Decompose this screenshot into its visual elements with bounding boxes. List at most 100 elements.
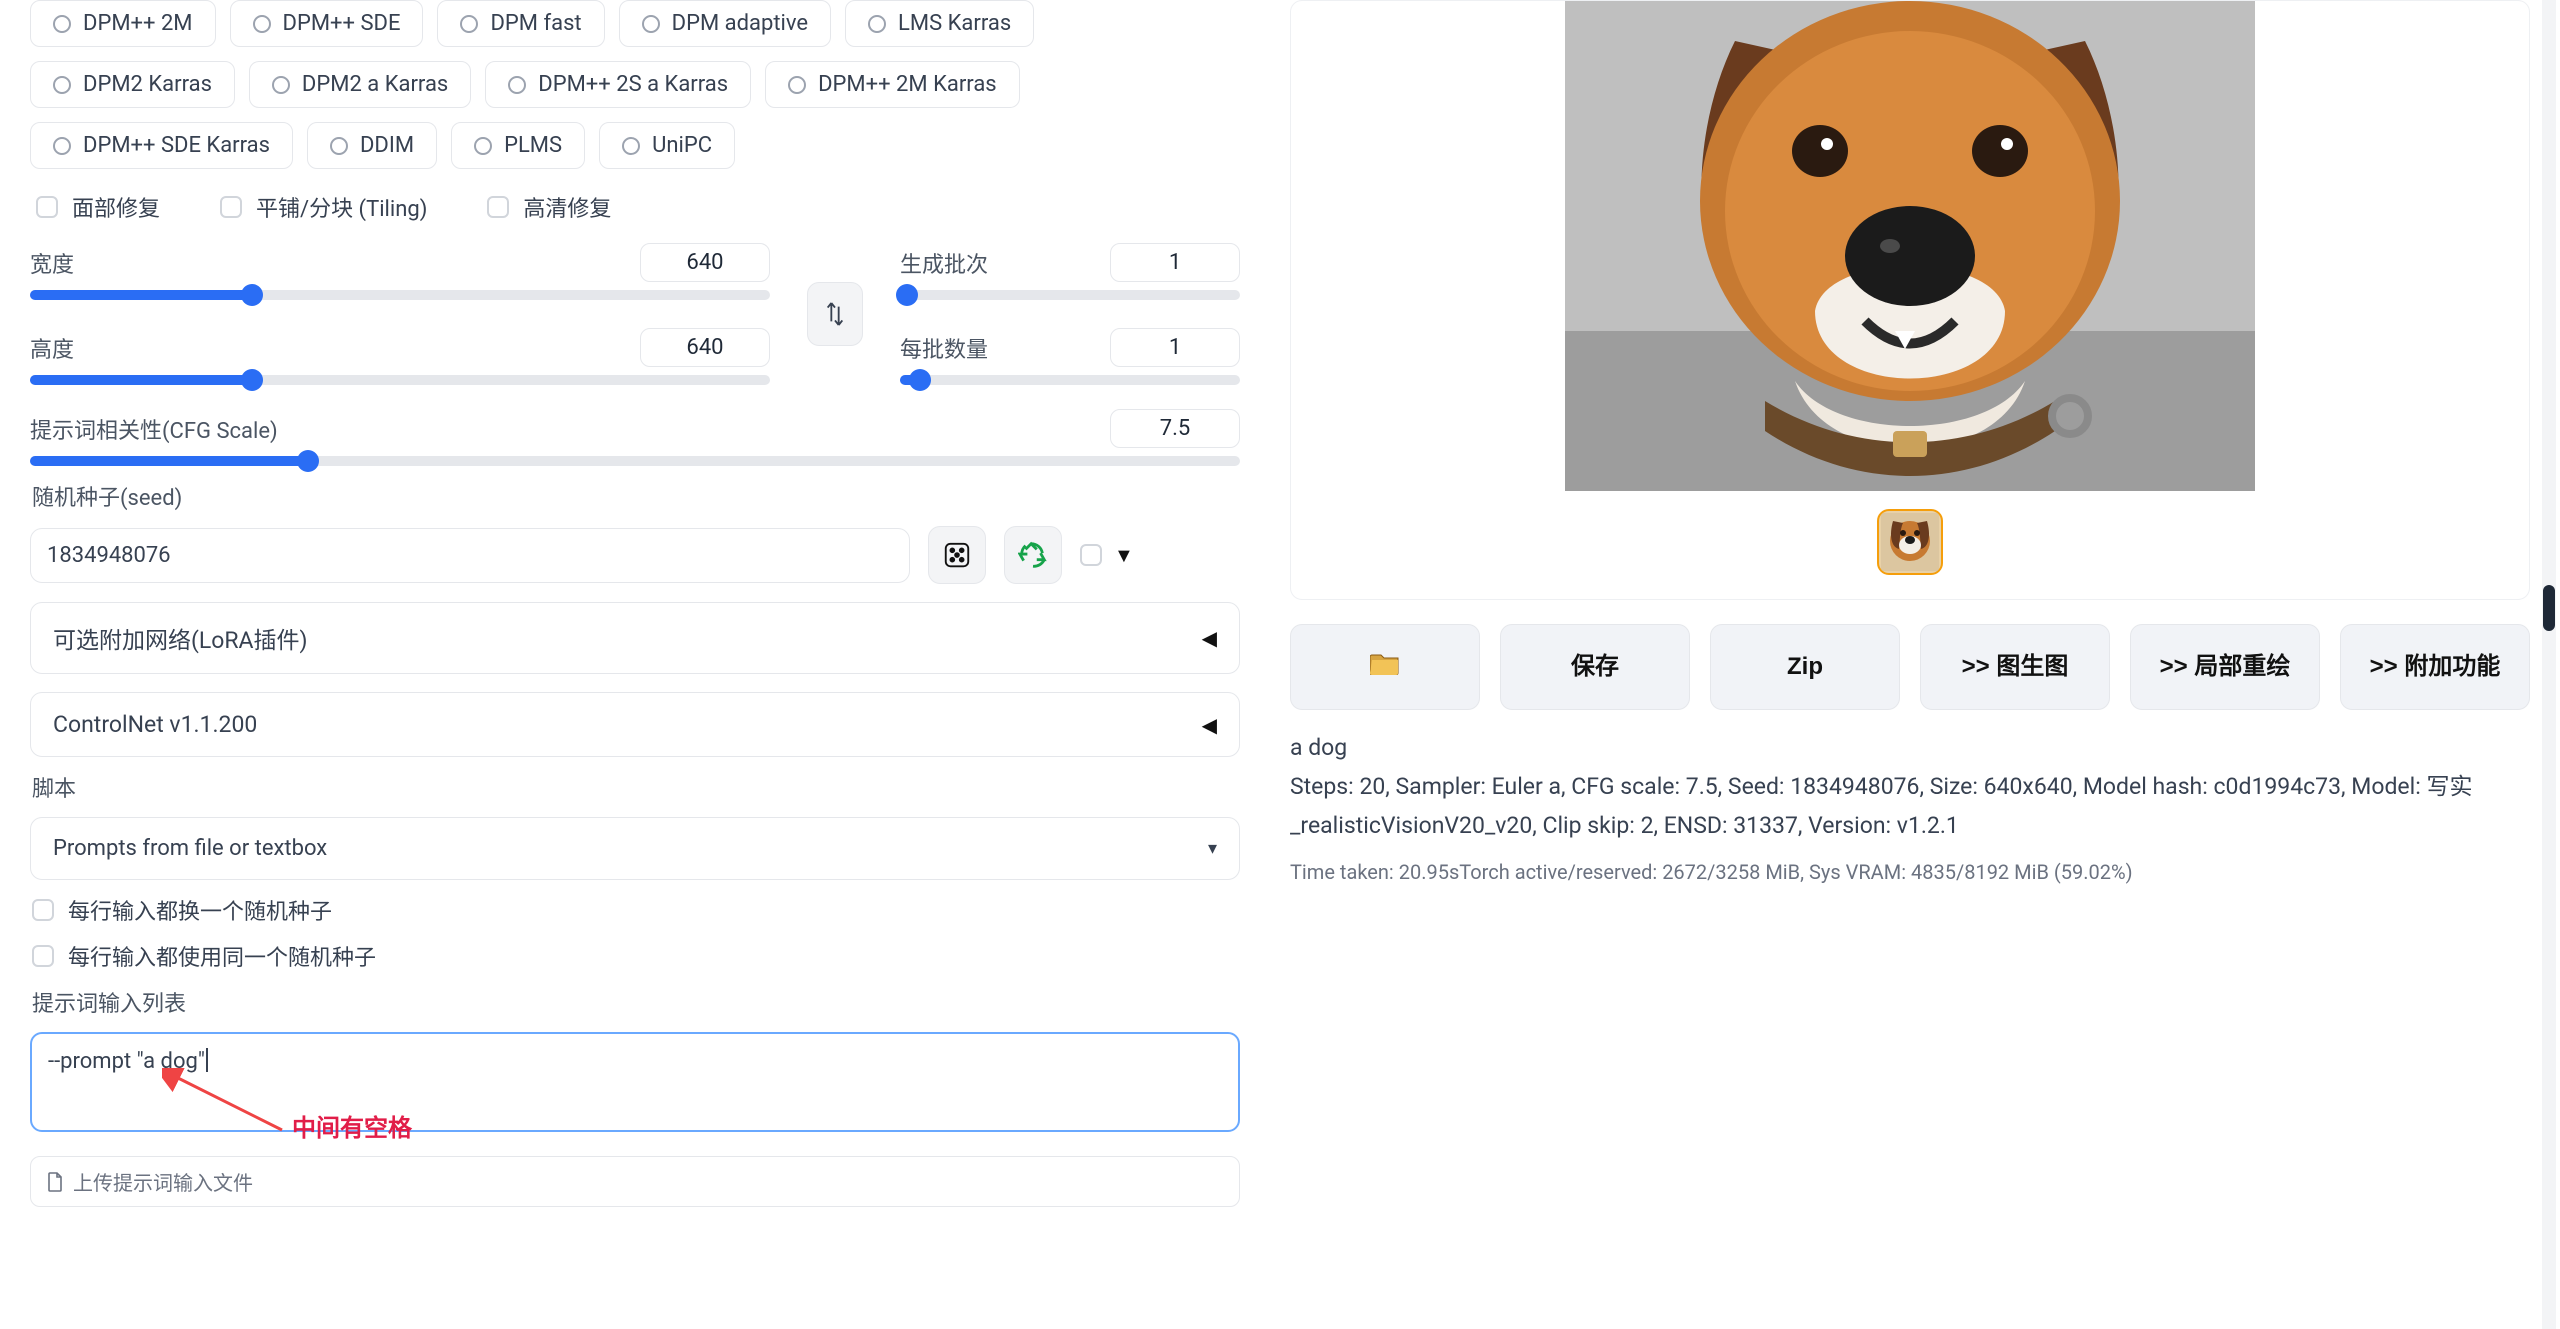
batch-size-thumb[interactable] — [909, 369, 931, 391]
seed-label: 随机种子(seed) — [30, 480, 1240, 512]
info-prompt: a dog — [1290, 728, 2530, 767]
document-icon — [47, 1172, 63, 1192]
height-thumb[interactable] — [241, 369, 263, 391]
cfg-track[interactable] — [30, 456, 1240, 466]
annotation-arrow-icon — [162, 1068, 292, 1138]
sampler-dpmpp-sde-karras[interactable]: DPM++ SDE Karras — [30, 122, 293, 169]
dog-image-icon — [1565, 1, 2255, 491]
batch-size-value[interactable]: 1 — [1110, 328, 1240, 367]
sampler-dpm-fast[interactable]: DPM fast — [437, 0, 604, 47]
caret-down-icon: ▾ — [1208, 838, 1217, 859]
checkbox-icon — [32, 945, 54, 967]
width-value[interactable]: 640 — [640, 243, 770, 282]
dice-icon — [942, 540, 972, 570]
same-seed-checkbox[interactable]: 每行输入都使用同一个随机种子 — [30, 940, 1240, 972]
iterate-seed-label: 每行输入都换一个随机种子 — [68, 894, 332, 926]
height-fill — [30, 375, 252, 385]
sampler-label: DDIM — [360, 133, 414, 158]
sampler-lms-karras[interactable]: LMS Karras — [845, 0, 1034, 47]
save-button[interactable]: 保存 — [1500, 624, 1690, 710]
open-folder-button[interactable] — [1290, 624, 1480, 710]
sampler-label: PLMS — [504, 133, 562, 158]
script-select[interactable]: Prompts from file or textbox ▾ — [30, 817, 1240, 880]
output-gallery — [1290, 0, 2530, 600]
seed-input[interactable]: 1834948076 — [30, 528, 910, 583]
sampler-dpm2-karras[interactable]: DPM2 Karras — [30, 61, 235, 108]
cfg-value[interactable]: 7.5 — [1110, 409, 1240, 448]
checkbox-row: 面部修复 平铺/分块 (Tiling) 高清修复 — [30, 183, 1240, 229]
triangle-left-icon: ◀ — [1202, 713, 1217, 737]
batch-size-label: 每批数量 — [900, 332, 988, 364]
scrollbar-thumb[interactable] — [2543, 585, 2555, 631]
width-thumb[interactable] — [241, 284, 263, 306]
upload-prompt-file-button[interactable]: 上传提示词输入文件 — [30, 1156, 1240, 1207]
reuse-seed-button[interactable] — [1004, 526, 1062, 584]
sampler-dpmpp-2m-karras[interactable]: DPM++ 2M Karras — [765, 61, 1020, 108]
batch-count-thumb[interactable] — [896, 284, 918, 306]
random-seed-button[interactable] — [928, 526, 986, 584]
action-row: 保存 Zip >> 图生图 >> 局部重绘 >> 附加功能 — [1290, 624, 2530, 710]
checkbox-icon — [36, 196, 58, 218]
swap-dimensions-button[interactable] — [807, 282, 863, 346]
restore-faces-checkbox[interactable]: 面部修复 — [36, 191, 160, 223]
sampler-label: UniPC — [652, 133, 712, 158]
save-label: 保存 — [1571, 653, 1619, 680]
sampler-dpmpp-2m[interactable]: DPM++ 2M — [30, 0, 216, 47]
restore-faces-label: 面部修复 — [72, 191, 160, 223]
height-track[interactable] — [30, 375, 770, 385]
sampler-label: DPM fast — [490, 11, 581, 36]
upload-prompt-file-label: 上传提示词输入文件 — [73, 1167, 253, 1196]
prompt-list-value: --prompt "a dog" — [48, 1049, 205, 1074]
sampler-ddim[interactable]: DDIM — [307, 122, 437, 169]
sampler-radio-group: DPM++ 2M DPM++ SDE DPM fast DPM adaptive… — [30, 0, 1240, 169]
zip-button[interactable]: Zip — [1710, 624, 1900, 710]
sampler-dpmpp-sde[interactable]: DPM++ SDE — [230, 0, 424, 47]
sampler-dpmpp-2s-a-karras[interactable]: DPM++ 2S a Karras — [485, 61, 751, 108]
tiling-checkbox[interactable]: 平铺/分块 (Tiling) — [220, 191, 427, 223]
controlnet-accordion[interactable]: ControlNet v1.1.200 ◀ — [30, 692, 1240, 757]
iterate-seed-checkbox[interactable]: 每行输入都换一个随机种子 — [30, 894, 1240, 926]
batch-size-slider: 每批数量 1 — [900, 328, 1240, 385]
same-seed-label: 每行输入都使用同一个随机种子 — [68, 940, 376, 972]
lora-accordion[interactable]: 可选附加网络(LoRA插件) ◀ — [30, 602, 1240, 674]
lora-title: 可选附加网络(LoRA插件) — [53, 621, 308, 655]
sampler-label: LMS Karras — [898, 11, 1011, 36]
info-params: Steps: 20, Sampler: Euler a, CFG scale: … — [1290, 767, 2530, 845]
inpaint-label: >> 局部重绘 — [2160, 653, 2291, 680]
batch-count-label: 生成批次 — [900, 247, 988, 279]
sampler-unipc[interactable]: UniPC — [599, 122, 735, 169]
zip-label: Zip — [1787, 653, 1823, 680]
checkbox-icon — [1080, 544, 1102, 566]
sampler-dpm-adaptive[interactable]: DPM adaptive — [619, 0, 831, 47]
controlnet-title: ControlNet v1.1.200 — [53, 711, 257, 738]
send-to-extras-button[interactable]: >> 附加功能 — [2340, 624, 2530, 710]
folder-icon — [1370, 651, 1400, 675]
page-scrollbar[interactable] — [2542, 0, 2556, 1329]
batch-count-value[interactable]: 1 — [1110, 243, 1240, 282]
send-to-inpaint-button[interactable]: >> 局部重绘 — [2130, 624, 2320, 710]
batch-count-track[interactable] — [900, 290, 1240, 300]
checkbox-icon — [220, 196, 242, 218]
batch-count-slider: 生成批次 1 — [900, 243, 1240, 300]
batch-size-track[interactable] — [900, 375, 1240, 385]
hires-fix-checkbox[interactable]: 高清修复 — [487, 191, 611, 223]
sampler-label: DPM adaptive — [672, 11, 808, 36]
recycle-icon — [1018, 540, 1048, 570]
cfg-label: 提示词相关性(CFG Scale) — [30, 413, 278, 445]
text-cursor — [206, 1048, 208, 1072]
height-value[interactable]: 640 — [640, 328, 770, 367]
sampler-plms[interactable]: PLMS — [451, 122, 585, 169]
send-to-img2img-button[interactable]: >> 图生图 — [1920, 624, 2110, 710]
output-thumbnail[interactable] — [1877, 509, 1943, 575]
sampler-dpm2-a-karras[interactable]: DPM2 a Karras — [249, 61, 471, 108]
prompt-list-textarea[interactable]: --prompt "a dog" 中间有空格 — [30, 1032, 1240, 1132]
script-label: 脚本 — [30, 771, 1240, 803]
output-image[interactable] — [1565, 1, 2255, 491]
cfg-thumb[interactable] — [297, 450, 319, 472]
triangle-left-icon: ◀ — [1202, 626, 1217, 650]
hires-fix-label: 高清修复 — [523, 191, 611, 223]
seed-extra-toggle[interactable]: ▼ — [1080, 543, 1134, 568]
width-track[interactable] — [30, 290, 770, 300]
sampler-label: DPM2 Karras — [83, 72, 212, 97]
info-performance: Time taken: 20.95sTorch active/reserved:… — [1290, 855, 2530, 889]
